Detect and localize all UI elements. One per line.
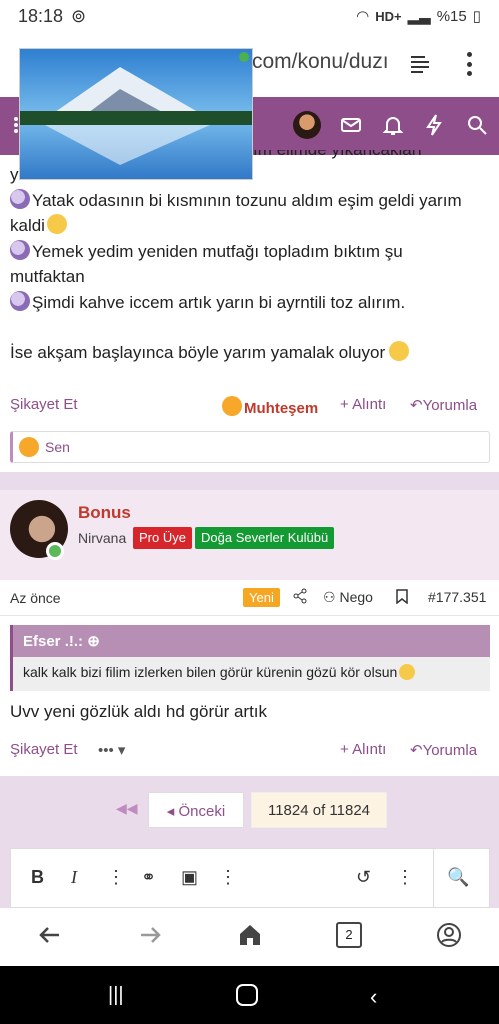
post-actions: Şikayet Et Muhteşem + Alıntı ↶Yorumla	[0, 396, 499, 420]
reply-icon: ↶	[410, 397, 423, 414]
expand-quote-icon[interactable]: ⊕	[87, 633, 100, 650]
online-status-icon	[46, 542, 64, 560]
url-text[interactable]: com/konu/duzı	[252, 50, 400, 74]
post-actions: Şikayet Et ••• ▾ + Alıntı ↶Yorumla	[0, 741, 499, 765]
post-line-item: Yatak odasının bi kısmının tozunu aldım …	[10, 188, 495, 214]
post-line: mutfaktan	[10, 267, 85, 286]
status-bar: 18:18 ⊚ ◠ HD+ ▂▃ %15 ▯	[0, 0, 499, 32]
lightning-icon[interactable]	[423, 113, 447, 137]
quote-button[interactable]: + Alıntı	[340, 741, 386, 758]
battery-icon: ▯	[472, 8, 481, 25]
quote-button[interactable]: + Alıntı	[340, 396, 386, 413]
reply-button[interactable]: ↶Yorumla	[410, 741, 477, 759]
reader-mode-icon[interactable]	[408, 52, 432, 76]
reply-button[interactable]: ↶Yorumla	[410, 396, 477, 414]
wink-emoji-icon	[46, 214, 67, 234]
back-icon[interactable]	[37, 922, 63, 948]
wifi-icon: ◠	[356, 8, 370, 25]
battery-level: %15	[436, 7, 467, 25]
first-page-icon[interactable]: ◀◀	[116, 800, 138, 817]
post-line-item: Yemek yedim yeniden mutfağı topladım bık…	[10, 239, 495, 265]
reacted-by[interactable]: Sen	[45, 439, 70, 455]
system-back-icon[interactable]: ‹	[370, 984, 377, 1010]
search-icon[interactable]	[465, 113, 489, 137]
user-icon: ⚇	[323, 589, 336, 605]
quote-block: Efser .!.: ⊕ kalk kalk bizi filim izlerk…	[10, 625, 490, 691]
video-thumbnail-overlay[interactable]	[19, 48, 253, 180]
author-title: Nirvana	[78, 530, 127, 546]
author-name[interactable]: Bonus	[78, 503, 131, 523]
post-body: ım elimde yıkancakları yıkadım Yatak oda…	[10, 150, 495, 366]
account-icon[interactable]	[436, 922, 462, 948]
soap-emoji-icon	[10, 290, 30, 311]
system-nav-bar: ||| ‹	[0, 966, 499, 1024]
tab-count: 2	[345, 927, 353, 942]
post-partial-line: ım elimde yıkancakları	[253, 150, 422, 159]
badge-club: Doğa Severler Kulübü	[195, 527, 335, 549]
recent-apps-icon[interactable]: |||	[108, 984, 124, 1007]
pagination: ◀◀ ◂ Önceki 11824 of 11824	[0, 776, 499, 844]
badge-pro: Pro Üye	[133, 527, 192, 549]
home-icon[interactable]	[237, 922, 263, 948]
reaction-summary[interactable]: Sen	[10, 431, 490, 463]
user-avatar[interactable]	[293, 111, 321, 139]
sync-icon: ⊚	[71, 5, 87, 26]
grimace-emoji-icon	[389, 341, 410, 361]
quote-text: kalk kalk bizi filim izlerken bilen görü…	[13, 657, 490, 687]
heart-eyes-emoji-icon	[19, 437, 39, 457]
author-block: Bonus Nirvana Pro Üye Doğa Severler Kulü…	[0, 490, 499, 580]
reply-icon: ↶	[410, 742, 423, 759]
page-indicator: 11824 of 11824	[251, 792, 387, 828]
home-button-icon[interactable]	[236, 984, 258, 1006]
report-link[interactable]: Şikayet Et	[10, 741, 78, 758]
reaction-button[interactable]: Muhteşem	[222, 396, 318, 417]
quote-header[interactable]: Efser .!.: ⊕	[13, 625, 490, 657]
image-icon[interactable]: ▣	[181, 867, 198, 888]
overlay-close-icon[interactable]	[239, 52, 249, 62]
post-line-item: Şimdi kahve iccem artık yarın bi ayrntil…	[10, 290, 495, 316]
reply-editor[interactable]: B I ⋮ ⚭ ▣ ⋮ ↺ ⋮ 🔍	[10, 848, 490, 909]
heart-eyes-emoji-icon	[222, 396, 242, 416]
soap-emoji-icon	[10, 188, 30, 209]
report-link[interactable]: Şikayet Et	[10, 396, 78, 413]
more-icon[interactable]: ⋮	[107, 867, 125, 888]
soap-emoji-icon	[10, 239, 30, 260]
network-type: HD+	[375, 8, 402, 24]
undo-icon[interactable]: ↺	[356, 867, 371, 888]
more-icon[interactable]: ⋮	[396, 867, 414, 888]
bold-icon[interactable]: B	[31, 867, 44, 888]
italic-icon[interactable]: I	[71, 867, 77, 888]
post-line-item: kaldi	[10, 213, 495, 239]
post-meta: Az önce Yeni ⚇ Nego #177.351	[0, 580, 499, 616]
post-closing: İse akşam başlayınca böyle yarım yamalak…	[10, 340, 495, 366]
link-icon[interactable]: ⚭	[141, 867, 156, 888]
share-icon[interactable]	[292, 588, 308, 604]
more-menu-button[interactable]: ••• ▾	[98, 741, 125, 759]
mail-icon[interactable]	[339, 113, 363, 137]
browser-menu-icon[interactable]	[462, 52, 476, 76]
new-badge: Yeni	[243, 588, 280, 607]
preview-icon[interactable]: 🔍	[447, 867, 469, 888]
share-user[interactable]: ⚇ Nego	[323, 589, 373, 606]
prev-page-button[interactable]: ◂ Önceki	[148, 792, 244, 828]
post-time[interactable]: Az önce	[10, 590, 61, 606]
status-time: 18:18	[18, 5, 64, 26]
browser-nav-bar: 2	[0, 908, 499, 966]
wink-emoji-icon	[399, 664, 416, 680]
bookmark-icon[interactable]	[396, 589, 408, 604]
signal-icon: ▂▃	[407, 8, 431, 25]
post-number[interactable]: #177.351	[428, 589, 486, 605]
post-separator	[0, 472, 499, 490]
post-body: Uvv yeni gözlük aldı hd görür artık	[10, 702, 268, 721]
chevron-left-icon: ◂	[166, 803, 179, 820]
forward-icon[interactable]	[137, 922, 163, 948]
more-icon[interactable]: ⋮	[219, 867, 237, 888]
editor-area: B I ⋮ ⚭ ▣ ⋮ ↺ ⋮ 🔍	[0, 844, 499, 909]
tabs-icon[interactable]: 2	[336, 922, 362, 948]
bell-icon[interactable]	[381, 113, 405, 137]
